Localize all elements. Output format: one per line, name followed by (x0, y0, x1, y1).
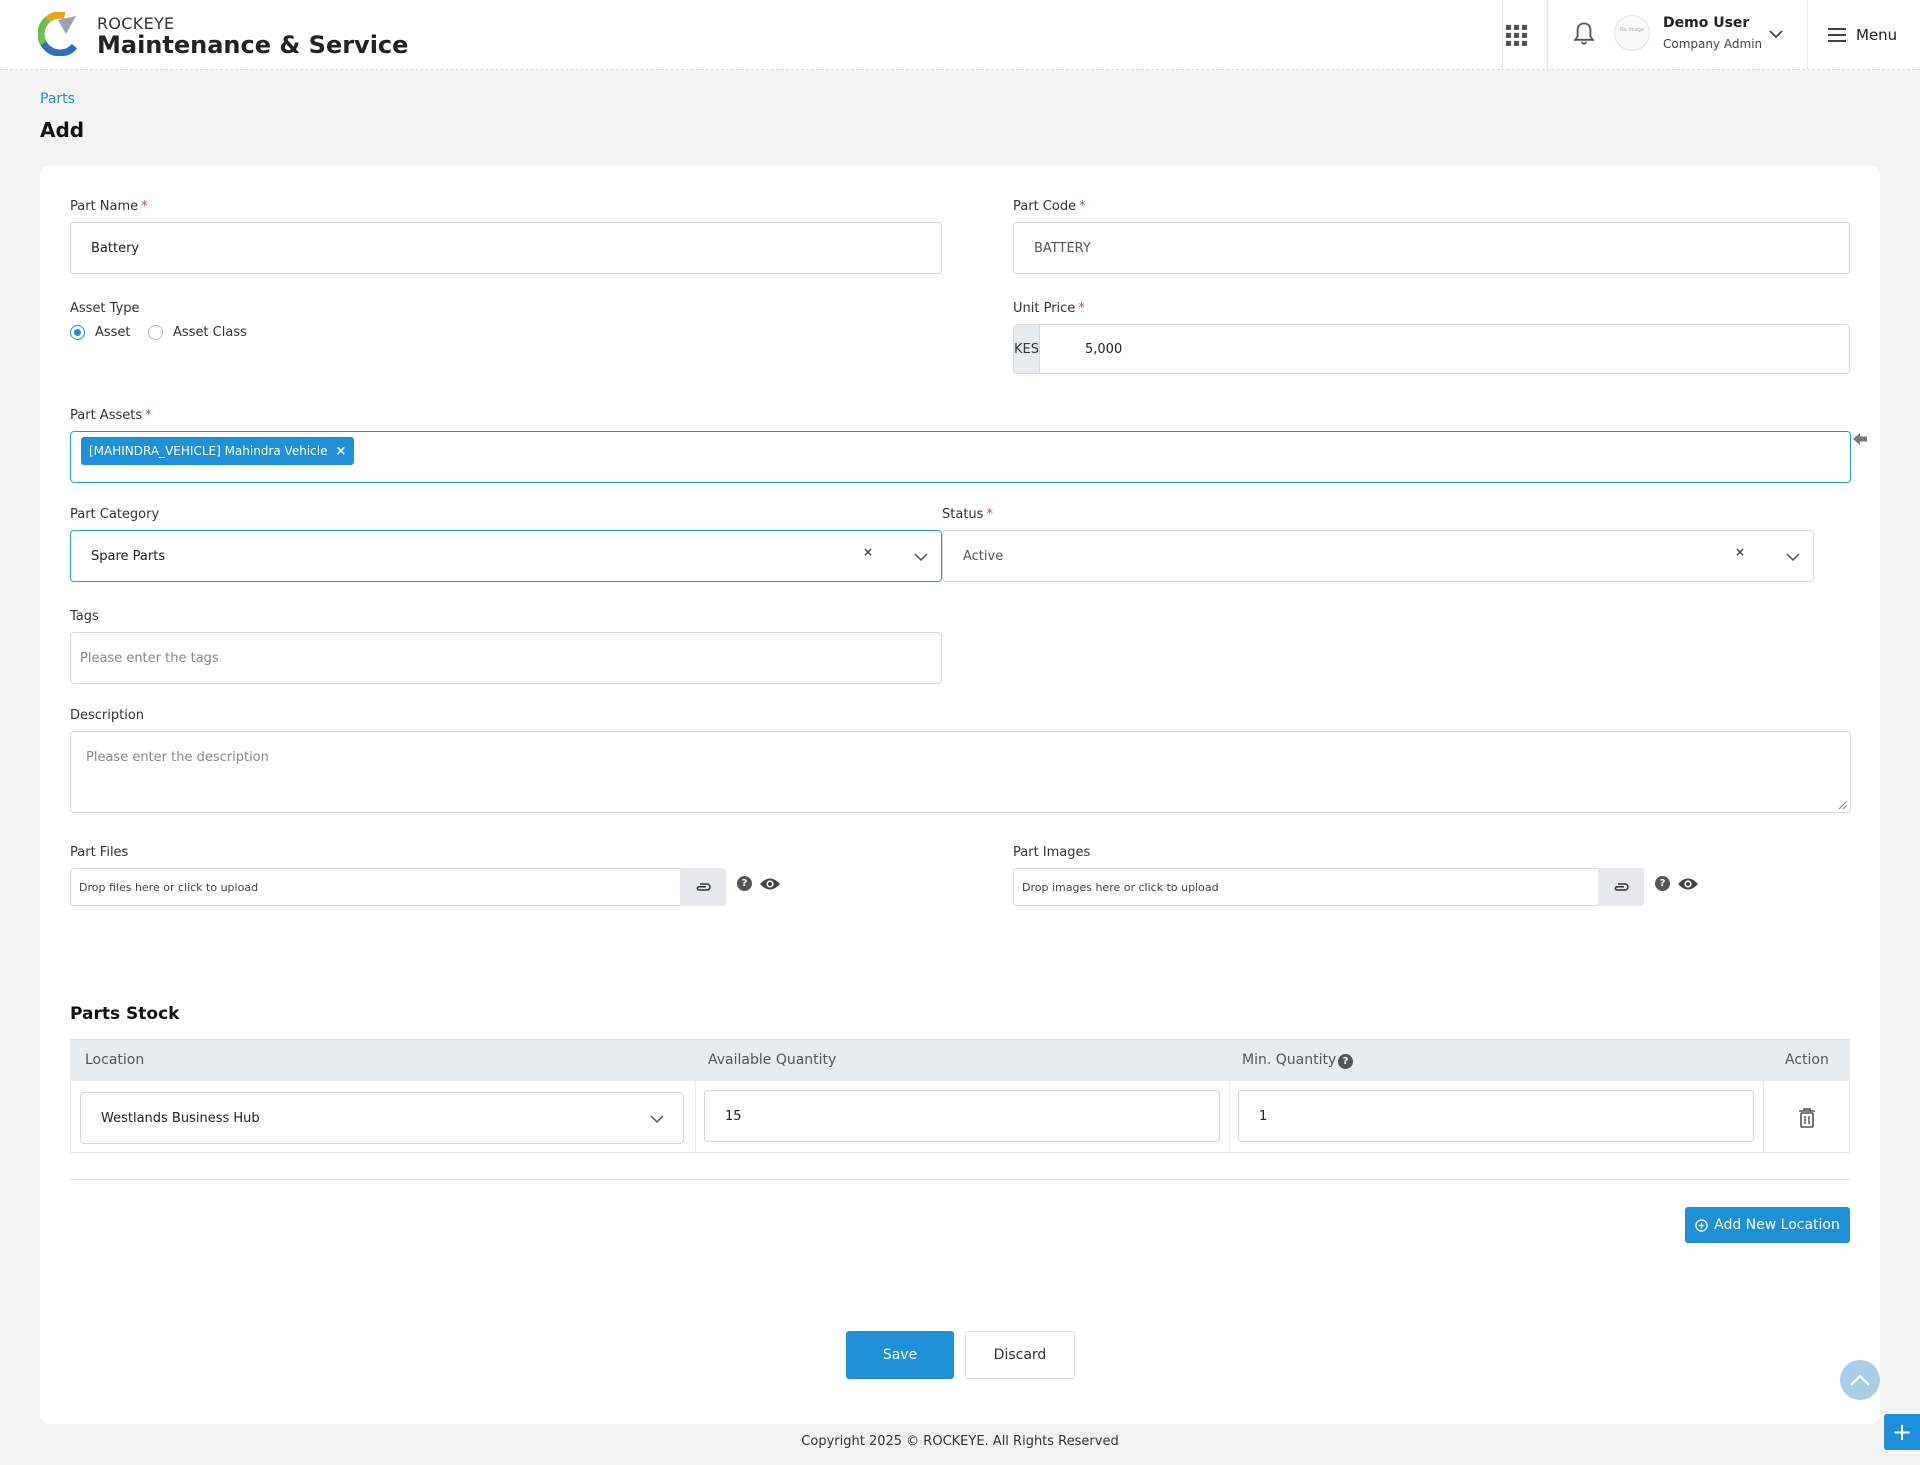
table-row: Westlands Business Hub 15 1 (70, 1081, 1850, 1153)
app-title: Maintenance & Service (97, 31, 409, 59)
chevron-down-icon[interactable] (649, 1111, 665, 1127)
part-category-label: Part Category (70, 507, 160, 522)
asset-type-radio-asset[interactable]: Asset (70, 325, 131, 340)
scroll-to-top-button[interactable] (1840, 1360, 1880, 1400)
header-divider (1807, 0, 1808, 70)
column-divider (1763, 1081, 1764, 1153)
footer-copyright: Copyright 2025 © ROCKEYE. All Rights Res… (801, 1434, 1119, 1449)
breadcrumb[interactable]: Parts (40, 91, 75, 107)
asset-chip: [MAHINDRA_VEHICLE] Mahindra Vehicle × (81, 437, 355, 465)
menu-button[interactable]: Menu (1828, 22, 1897, 48)
clear-status-icon[interactable]: × (1735, 545, 1745, 559)
column-header-action: Action (1785, 1052, 1829, 1068)
eye-icon[interactable] (1677, 876, 1699, 892)
part-code-input[interactable]: BATTERY (1013, 222, 1850, 274)
add-new-location-label: Add New Location (1714, 1217, 1840, 1233)
asset-chip-label: [MAHINDRA_VEHICLE] Mahindra Vehicle (89, 444, 328, 458)
unit-price-value: 5,000 (1085, 341, 1123, 357)
part-assets-label: Part Assets * (70, 408, 152, 423)
paperclip-icon (696, 883, 711, 891)
trash-icon[interactable] (1798, 1107, 1816, 1129)
status-label: Status * (942, 507, 993, 522)
section-divider (70, 1179, 1850, 1180)
part-images-dropzone[interactable]: Drop images here or click to upload (1013, 868, 1644, 906)
column-header-location: Location (85, 1052, 145, 1068)
hamburger-icon (1828, 28, 1846, 42)
description-textarea[interactable]: Please enter the description (70, 731, 1851, 813)
attach-button[interactable] (680, 868, 726, 906)
chevron-down-icon[interactable] (1785, 549, 1801, 565)
chip-remove-icon[interactable]: × (335, 444, 346, 459)
clear-category-icon[interactable]: × (863, 545, 873, 559)
part-files-dropzone[interactable]: Drop files here or click to upload (70, 868, 726, 906)
currency-addon: KES (1014, 325, 1040, 373)
part-images-label: Part Images (1013, 845, 1091, 860)
chevron-down-icon[interactable] (913, 549, 929, 565)
status-select[interactable]: Active (942, 530, 1814, 582)
dropzone-text: Drop images here or click to upload (1022, 880, 1219, 894)
unit-price-input[interactable]: KES 5,000 (1013, 324, 1850, 374)
available-quantity-input[interactable]: 15 (704, 1090, 1220, 1142)
asset-type-radio-asset-class[interactable]: Asset Class (148, 325, 247, 340)
resize-handle-icon[interactable] (1838, 800, 1848, 810)
description-label: Description (70, 708, 145, 723)
arrow-left-icon[interactable] (1852, 432, 1868, 446)
dropzone-text: Drop files here or click to upload (79, 880, 259, 894)
location-select[interactable]: Westlands Business Hub (80, 1092, 684, 1144)
top-bar: ROCKEYE Maintenance & Service No Image D… (0, 0, 1920, 70)
chevron-up-icon (1850, 1374, 1870, 1386)
avatar[interactable]: No Image (1614, 15, 1650, 51)
parts-stock-title: Parts Stock (70, 1004, 180, 1024)
column-header-min-quantity: Min. Quantity (1242, 1052, 1337, 1068)
save-button[interactable]: Save (846, 1331, 954, 1379)
header-divider (1547, 0, 1548, 70)
column-divider (1229, 1081, 1230, 1153)
help-icon[interactable]: ? (737, 876, 752, 891)
eye-icon[interactable] (759, 876, 781, 892)
asset-type-label: Asset Type (70, 301, 140, 316)
discard-button[interactable]: Discard (965, 1331, 1075, 1379)
part-files-label: Part Files (70, 845, 129, 860)
add-new-location-button[interactable]: Add New Location (1685, 1207, 1850, 1243)
part-category-select[interactable]: Spare Parts (70, 530, 942, 582)
bell-icon[interactable] (1570, 20, 1598, 48)
help-icon[interactable]: ? (1338, 1054, 1353, 1069)
min-quantity-input[interactable]: 1 (1238, 1090, 1754, 1142)
page-title: Add (40, 118, 85, 142)
paperclip-icon (1614, 883, 1629, 891)
logo-icon[interactable] (38, 12, 82, 56)
menu-label: Menu (1856, 26, 1898, 44)
part-code-label: Part Code * (1013, 199, 1086, 214)
plus-circle-icon (1695, 1218, 1708, 1232)
user-name[interactable]: Demo User (1663, 15, 1749, 31)
column-divider (695, 1081, 696, 1153)
radio-selected-icon[interactable] (70, 325, 85, 340)
stock-table-header: Location Available Quantity Min. Quantit… (70, 1039, 1850, 1081)
radio-label: Asset Class (173, 325, 247, 340)
attach-button[interactable] (1598, 868, 1644, 906)
unit-price-label: Unit Price * (1013, 301, 1085, 316)
apps-grid-icon[interactable] (1503, 22, 1527, 46)
tags-input[interactable]: Please enter the tags (70, 632, 942, 684)
part-name-label: Part Name * (70, 199, 148, 214)
help-icon[interactable]: ? (1655, 876, 1670, 891)
tags-label: Tags (70, 609, 99, 624)
column-header-available-quantity: Available Quantity (708, 1052, 837, 1068)
chevron-down-icon[interactable] (1766, 24, 1786, 44)
user-role: Company Admin (1663, 37, 1763, 51)
form-card: Part Name * Battery Part Code * BATTERY As… (40, 166, 1880, 1424)
part-assets-multiselect[interactable]: [MAHINDRA_VEHICLE] Mahindra Vehicle × (70, 431, 1851, 483)
part-name-input[interactable]: Battery (70, 222, 942, 274)
radio-label: Asset (95, 325, 131, 340)
radio-unselected-icon[interactable] (148, 325, 163, 340)
